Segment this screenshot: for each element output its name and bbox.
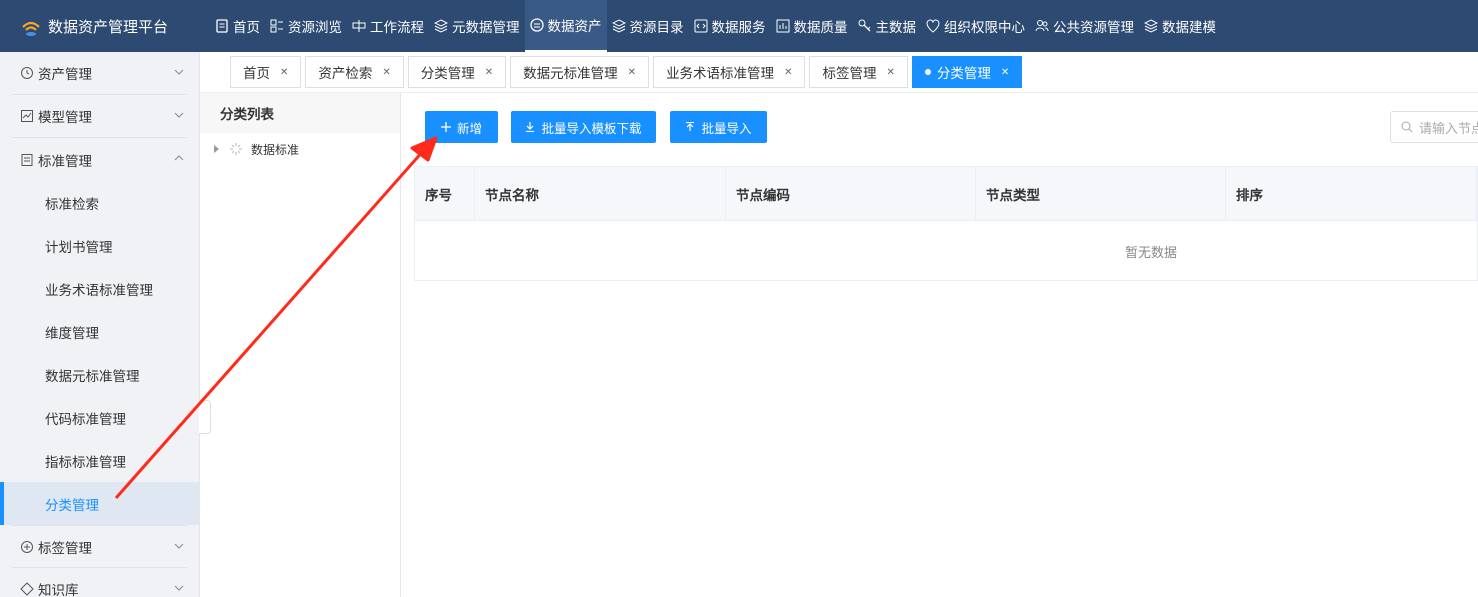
grid-icon: [270, 19, 284, 33]
shield-icon: [926, 19, 940, 33]
document-icon: [20, 153, 34, 167]
app-brand[interactable]: 数据资产管理平台: [0, 15, 210, 37]
close-icon[interactable]: ✕: [382, 67, 390, 78]
tab-business-term[interactable]: 业务术语标准管理 ✕: [653, 56, 806, 88]
classification-table: 序号 节点名称 节点编码 节点类型 排序 暂无数据: [414, 166, 1478, 281]
sidebar-item-data-element-standard[interactable]: 数据元标准管理: [0, 353, 199, 396]
close-icon[interactable]: ✕: [886, 67, 894, 78]
database-icon: [529, 18, 544, 32]
sidebar-group-tag-management[interactable]: 标签管理: [12, 525, 187, 568]
tab-classification-active[interactable]: 分类管理 ✕: [911, 56, 1023, 88]
column-header-index[interactable]: 序号: [415, 167, 475, 220]
tab-home[interactable]: 首页 ✕: [230, 56, 302, 88]
clock-icon: [20, 66, 34, 80]
sidebar-item-classification[interactable]: 分类管理: [0, 482, 199, 525]
column-header-node-code[interactable]: 节点编码: [726, 167, 976, 220]
plus-circle-icon: [20, 540, 34, 554]
layers-icon: [434, 19, 448, 33]
tree-title: 分类列表: [200, 93, 400, 133]
sidebar-group-knowledge-base[interactable]: 知识库: [12, 568, 187, 597]
search-input[interactable]: 请输入节点: [1390, 111, 1478, 143]
sidebar-collapse-handle[interactable]: [199, 400, 211, 434]
template-download-button[interactable]: 批量导入模板下载: [511, 111, 656, 143]
nav-item-public-resource[interactable]: 公共资源管理: [1030, 0, 1139, 52]
classification-tree-panel: 分类列表 数据标准: [200, 93, 401, 597]
wifi-logo-icon: [22, 21, 40, 36]
sidebar-group-standard-management[interactable]: 标准管理: [12, 138, 187, 181]
upload-icon: [685, 122, 695, 132]
search-icon: [1401, 121, 1413, 133]
sidebar-item-dimension[interactable]: 维度管理: [0, 310, 199, 353]
chevron-down-icon: [174, 543, 184, 549]
nav-item-data-assets[interactable]: 数据资产: [524, 0, 607, 52]
loading-spinner-icon: [230, 143, 242, 155]
nav-item-resource-catalog[interactable]: 资源目录: [607, 0, 689, 52]
chevron-down-icon: [174, 69, 184, 75]
key-icon: [858, 19, 872, 33]
close-icon[interactable]: ✕: [1001, 67, 1009, 78]
table-header: 序号 节点名称 节点编码 节点类型 排序: [415, 167, 1477, 221]
sidebar-item-plan-management[interactable]: 计划书管理: [0, 224, 199, 267]
caret-right-icon[interactable]: [214, 145, 219, 153]
users-icon: [1035, 19, 1049, 33]
active-dot-icon: [924, 69, 931, 75]
chevron-up-icon: [174, 155, 184, 161]
close-icon[interactable]: ✕: [784, 67, 792, 78]
nav-item-master-data[interactable]: 主数据: [853, 0, 922, 52]
tree-node-root[interactable]: 数据标准: [200, 133, 400, 165]
empty-state-text: 暂无数据: [1124, 245, 1177, 261]
chevron-down-icon: [174, 585, 184, 591]
nav-item-home[interactable]: 首页: [210, 0, 265, 52]
chevron-down-icon: [174, 112, 184, 118]
layers-icon: [611, 19, 626, 33]
sidebar-group-model-management[interactable]: 模型管理: [12, 95, 187, 138]
nav-item-data-modeling[interactable]: 数据建模: [1139, 0, 1221, 52]
chart-icon: [776, 19, 790, 33]
sidebar-item-code-standard[interactable]: 代码标准管理: [0, 396, 199, 439]
download-icon: [525, 122, 535, 132]
sidebar-item-standard-search[interactable]: 标准检索: [0, 181, 199, 224]
sidebar-item-business-term[interactable]: 业务术语标准管理: [0, 267, 199, 310]
layers-icon: [1144, 19, 1158, 33]
app-title: 数据资产管理平台: [48, 17, 169, 36]
plus-icon: [440, 122, 451, 132]
column-header-node-name[interactable]: 节点名称: [475, 167, 726, 220]
batch-import-button[interactable]: 批量导入: [670, 111, 767, 143]
tab-bar: 首页 ✕ 资产检索 ✕ 分类管理 ✕ 数据元标准管理 ✕ 业务术语标准管理 ✕ 标签管理 ✕…: [230, 56, 1023, 88]
tab-asset-search[interactable]: 资产检索 ✕: [305, 56, 404, 88]
close-icon[interactable]: ✕: [280, 67, 288, 78]
sidebar-item-indicator-standard[interactable]: 指标标准管理: [0, 439, 199, 482]
tab-tag-management[interactable]: 标签管理 ✕: [809, 56, 908, 88]
tab-classification[interactable]: 分类管理 ✕: [407, 56, 507, 88]
workflow-icon: [352, 19, 366, 33]
code-icon: [694, 19, 708, 33]
add-button[interactable]: 新增: [425, 111, 498, 143]
chart-icon: [20, 109, 34, 123]
nav-item-workflow[interactable]: 工作流程: [347, 0, 429, 52]
nav-item-data-service[interactable]: 数据服务: [689, 0, 771, 52]
column-header-sort[interactable]: 排序: [1226, 167, 1477, 220]
top-navbar: 数据资产管理平台 首页 资源浏览 工作流程 元数据管理 数据资产 资源目录 数据…: [0, 0, 1478, 52]
column-header-node-type[interactable]: 节点类型: [976, 167, 1226, 220]
nav-item-org-permission[interactable]: 组织权限中心: [921, 0, 1030, 52]
nav-item-metadata[interactable]: 元数据管理: [429, 0, 525, 52]
tag-icon: [20, 582, 34, 596]
close-icon[interactable]: ✕: [485, 67, 493, 78]
nav-item-resource-browse[interactable]: 资源浏览: [265, 0, 347, 52]
sidebar-group-asset-management[interactable]: 资产管理: [12, 52, 187, 95]
nav-item-data-quality[interactable]: 数据质量: [771, 0, 853, 52]
tab-data-element-standard[interactable]: 数据元标准管理 ✕: [510, 56, 650, 88]
close-icon[interactable]: ✕: [628, 67, 636, 78]
main-nav: 首页 资源浏览 工作流程 元数据管理 数据资产 资源目录 数据服务 数据质量 主…: [210, 0, 1221, 52]
document-icon: [215, 19, 229, 33]
sidebar: 资产管理 模型管理 标准管理 标准检索 计划书管理 业务术语标准管理 维度管理 …: [0, 52, 200, 597]
search-placeholder: 请输入节点: [1419, 121, 1478, 137]
